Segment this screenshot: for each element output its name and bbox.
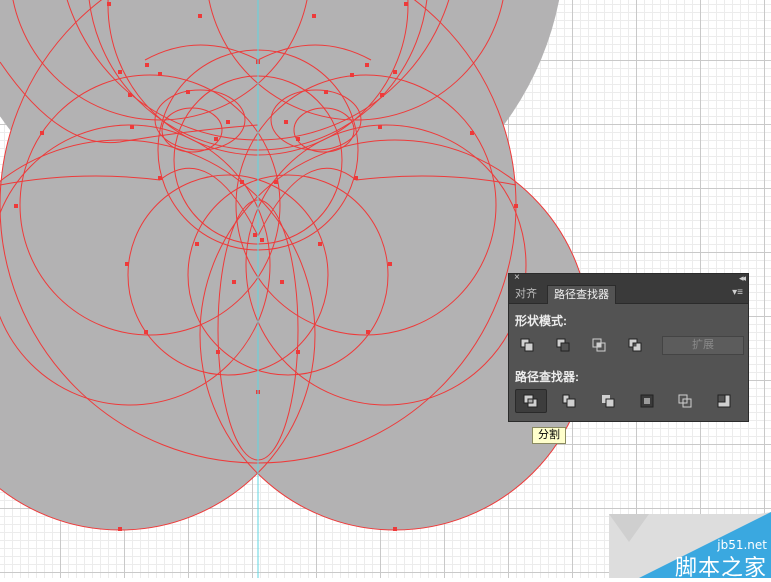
merge-button[interactable] xyxy=(596,391,622,411)
unite-icon xyxy=(520,338,534,352)
minus-front-icon xyxy=(556,338,570,352)
watermark-text: 脚本之家 xyxy=(674,556,767,581)
exclude-button[interactable] xyxy=(623,335,649,355)
shape-modes-label: 形状模式: xyxy=(515,314,567,328)
pathfinder-panel: × ◂◂ 对齐 路径查找器 ▾≡ 形状模式: 扩展 路径查找器: xyxy=(508,272,749,422)
panel-titlebar[interactable]: × ◂◂ xyxy=(509,272,748,285)
outline-icon xyxy=(678,394,692,408)
intersect-icon xyxy=(592,338,606,352)
tab-align[interactable]: 对齐 xyxy=(509,285,543,303)
panel-tabs: 对齐 路径查找器 ▾≡ xyxy=(509,285,748,304)
minus-front-button[interactable] xyxy=(551,335,577,355)
exclude-icon xyxy=(628,338,642,352)
pathfinders-label: 路径查找器: xyxy=(515,370,579,384)
trim-icon xyxy=(562,394,576,408)
minus-back-icon xyxy=(717,394,731,408)
panel-menu-icon[interactable]: ▾≡ xyxy=(732,287,743,298)
tab-pathfinder[interactable]: 路径查找器 xyxy=(547,285,616,304)
trim-button[interactable] xyxy=(557,391,583,411)
outline-button[interactable] xyxy=(673,391,699,411)
crop-icon xyxy=(640,394,654,408)
divide-icon xyxy=(523,394,538,408)
close-icon[interactable]: × xyxy=(514,272,520,284)
crop-button[interactable] xyxy=(635,391,661,411)
minus-back-button[interactable] xyxy=(712,391,738,411)
watermark: jb51.net 脚本之家 xyxy=(609,512,771,581)
merge-icon xyxy=(602,395,615,408)
collapse-icon[interactable]: ◂◂ xyxy=(739,272,746,284)
expand-button[interactable]: 扩展 xyxy=(662,336,744,355)
gray-circle-shapes[interactable] xyxy=(0,0,590,530)
unite-button[interactable] xyxy=(515,335,541,355)
divide-button[interactable] xyxy=(515,389,547,413)
divide-tooltip: 分割 xyxy=(532,427,566,444)
intersect-button[interactable] xyxy=(587,335,613,355)
